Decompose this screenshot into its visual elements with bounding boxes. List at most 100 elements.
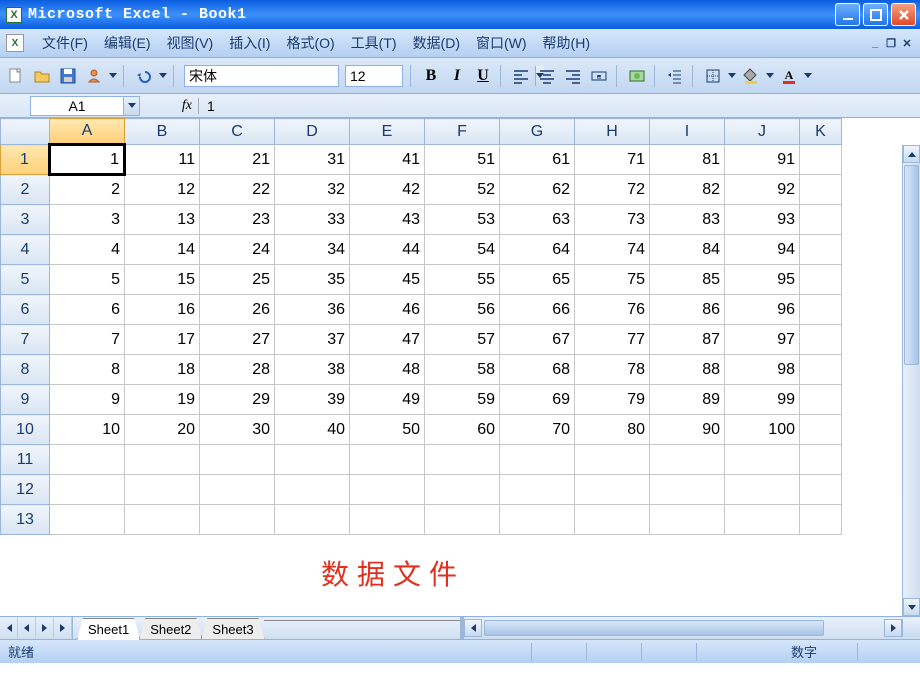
cell-A1[interactable]: 1: [50, 145, 125, 175]
decrease-indent-button[interactable]: [663, 64, 687, 88]
cell-B13[interactable]: [125, 505, 200, 535]
cell-E11[interactable]: [350, 445, 425, 475]
cell-I5[interactable]: 85: [650, 265, 725, 295]
underline-button[interactable]: U: [471, 64, 495, 88]
cell-D2[interactable]: 32: [275, 175, 350, 205]
column-header-G[interactable]: G: [500, 119, 575, 145]
cell-E9[interactable]: 49: [350, 385, 425, 415]
cell-K4[interactable]: [800, 235, 842, 265]
cell-J13[interactable]: [725, 505, 800, 535]
sheet-tab-3[interactable]: Sheet3: [201, 618, 264, 639]
cell-A8[interactable]: 8: [50, 355, 125, 385]
cell-G9[interactable]: 69: [500, 385, 575, 415]
currency-button[interactable]: [625, 64, 649, 88]
cell-E4[interactable]: 44: [350, 235, 425, 265]
cell-I13[interactable]: [650, 505, 725, 535]
cell-K12[interactable]: [800, 475, 842, 505]
merge-center-button[interactable]: a: [587, 64, 611, 88]
cell-D5[interactable]: 35: [275, 265, 350, 295]
fill-color-button[interactable]: [739, 64, 763, 88]
cell-C8[interactable]: 28: [200, 355, 275, 385]
column-header-K[interactable]: K: [800, 119, 842, 145]
cell-D9[interactable]: 39: [275, 385, 350, 415]
cell-B10[interactable]: 20: [125, 415, 200, 445]
cell-H8[interactable]: 78: [575, 355, 650, 385]
bold-button[interactable]: B: [419, 64, 443, 88]
cell-G5[interactable]: 65: [500, 265, 575, 295]
row-header-4[interactable]: 4: [1, 235, 50, 265]
cell-J2[interactable]: 92: [725, 175, 800, 205]
cell-A11[interactable]: [50, 445, 125, 475]
cell-J10[interactable]: 100: [725, 415, 800, 445]
cell-A2[interactable]: 2: [50, 175, 125, 205]
cell-H10[interactable]: 80: [575, 415, 650, 445]
tab-nav-prev[interactable]: [18, 617, 36, 639]
cell-D10[interactable]: 40: [275, 415, 350, 445]
font-name-select[interactable]: [184, 65, 339, 87]
menu-help[interactable]: 帮助(H): [535, 30, 598, 56]
cell-I1[interactable]: 81: [650, 145, 725, 175]
cell-F13[interactable]: [425, 505, 500, 535]
cell-C4[interactable]: 24: [200, 235, 275, 265]
column-header-A[interactable]: A: [50, 119, 125, 145]
cell-F1[interactable]: 51: [425, 145, 500, 175]
spreadsheet-grid[interactable]: ABCDEFGHIJK11112131415161718191221222324…: [0, 118, 842, 535]
horizontal-scrollbar[interactable]: [460, 617, 920, 639]
column-header-E[interactable]: E: [350, 119, 425, 145]
cell-B2[interactable]: 12: [125, 175, 200, 205]
cell-G10[interactable]: 70: [500, 415, 575, 445]
cell-D6[interactable]: 36: [275, 295, 350, 325]
menu-data[interactable]: 数据(D): [405, 30, 468, 56]
cell-E8[interactable]: 48: [350, 355, 425, 385]
cell-A6[interactable]: 6: [50, 295, 125, 325]
cell-F10[interactable]: 60: [425, 415, 500, 445]
cell-H1[interactable]: 71: [575, 145, 650, 175]
cell-A12[interactable]: [50, 475, 125, 505]
cell-D13[interactable]: [275, 505, 350, 535]
cell-K2[interactable]: [800, 175, 842, 205]
row-header-8[interactable]: 8: [1, 355, 50, 385]
cell-E13[interactable]: [350, 505, 425, 535]
cell-C9[interactable]: 29: [200, 385, 275, 415]
column-header-D[interactable]: D: [275, 119, 350, 145]
cell-E7[interactable]: 47: [350, 325, 425, 355]
scroll-up-button[interactable]: [903, 145, 920, 163]
cell-C1[interactable]: 21: [200, 145, 275, 175]
row-header-1[interactable]: 1: [1, 145, 50, 175]
row-header-7[interactable]: 7: [1, 325, 50, 355]
workbook-icon[interactable]: X: [6, 34, 24, 52]
cell-K5[interactable]: [800, 265, 842, 295]
cell-C7[interactable]: 27: [200, 325, 275, 355]
cell-G13[interactable]: [500, 505, 575, 535]
cell-I12[interactable]: [650, 475, 725, 505]
cell-K10[interactable]: [800, 415, 842, 445]
cell-F2[interactable]: 52: [425, 175, 500, 205]
cell-C3[interactable]: 23: [200, 205, 275, 235]
menu-insert[interactable]: 插入(I): [221, 30, 278, 56]
cell-I10[interactable]: 90: [650, 415, 725, 445]
cell-K1[interactable]: [800, 145, 842, 175]
minimize-button[interactable]: [835, 3, 860, 26]
row-header-13[interactable]: 13: [1, 505, 50, 535]
new-button[interactable]: [4, 64, 28, 88]
cell-G12[interactable]: [500, 475, 575, 505]
cell-J6[interactable]: 96: [725, 295, 800, 325]
cell-I4[interactable]: 84: [650, 235, 725, 265]
cell-A13[interactable]: [50, 505, 125, 535]
cell-K6[interactable]: [800, 295, 842, 325]
cell-D7[interactable]: 37: [275, 325, 350, 355]
cell-B1[interactable]: 11: [125, 145, 200, 175]
cell-A5[interactable]: 5: [50, 265, 125, 295]
row-header-2[interactable]: 2: [1, 175, 50, 205]
cell-I2[interactable]: 82: [650, 175, 725, 205]
close-button[interactable]: [891, 3, 916, 26]
permission-button[interactable]: [82, 64, 106, 88]
name-box-dropdown-icon[interactable]: [123, 97, 139, 115]
cell-D3[interactable]: 33: [275, 205, 350, 235]
cell-C13[interactable]: [200, 505, 275, 535]
cell-H5[interactable]: 75: [575, 265, 650, 295]
cell-F6[interactable]: 56: [425, 295, 500, 325]
doc-restore-button[interactable]: ❐: [884, 36, 898, 50]
cell-J3[interactable]: 93: [725, 205, 800, 235]
cell-D4[interactable]: 34: [275, 235, 350, 265]
